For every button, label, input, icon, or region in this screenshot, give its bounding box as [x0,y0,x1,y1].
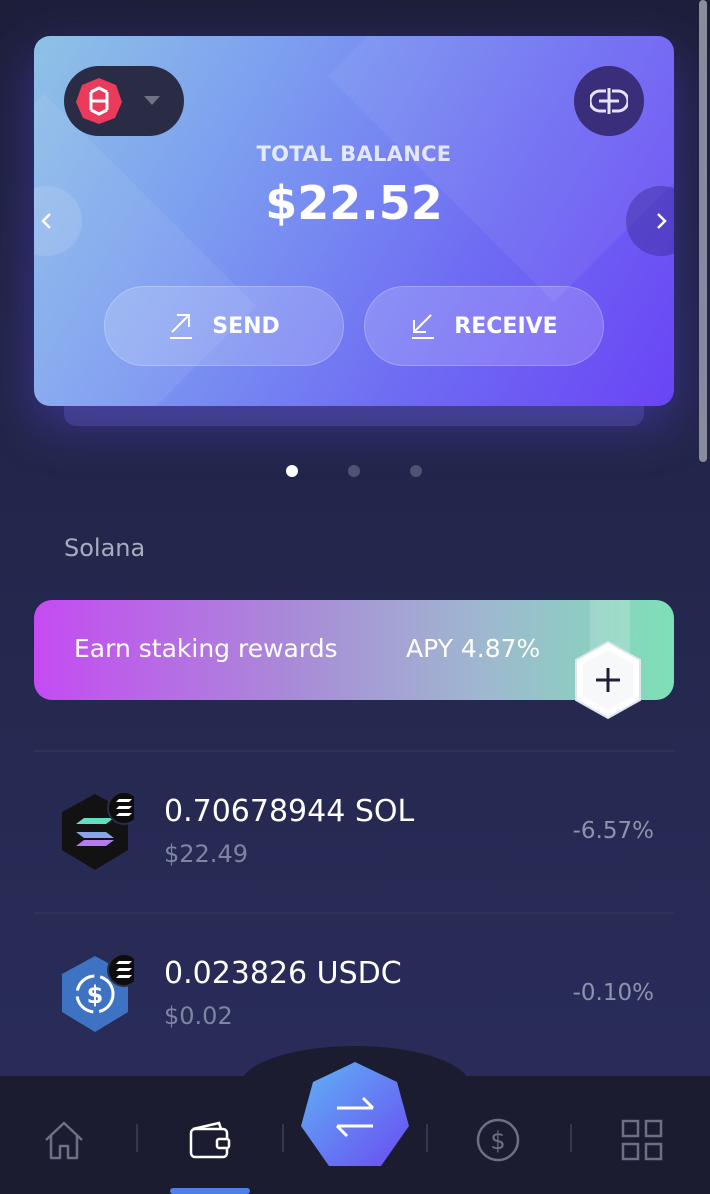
chevron-left-icon [41,213,51,229]
nav-apps[interactable] [612,1110,672,1170]
nav-separator [426,1124,428,1152]
solana-token-icon [62,791,134,870]
apps-grid-icon [621,1119,663,1161]
pager-dot[interactable] [410,465,422,477]
nav-wallet[interactable] [180,1110,240,1170]
connect-button[interactable] [574,66,644,136]
plus-icon[interactable] [572,640,644,720]
total-balance-value: $22.52 [265,176,443,230]
arrow-down-left-icon [412,314,435,339]
chevron-right-icon [657,213,667,229]
pager-dot[interactable] [286,465,298,477]
token-amount: 0.023826 USDC [164,956,402,991]
scroll-thumb[interactable] [699,0,707,462]
staking-text: Earn staking rewards [74,634,338,663]
token-usd-value: $22.49 [164,840,248,868]
active-tab-indicator [170,1188,250,1194]
receive-button[interactable]: RECEIVE [364,286,604,366]
total-balance-label: TOTAL BALANCE [256,142,452,166]
nav-earn[interactable]: $ [468,1110,528,1170]
send-label: SEND [212,313,280,339]
arrow-up-right-icon [170,314,193,339]
scrollbar[interactable] [696,0,710,1076]
svg-text:$: $ [490,1127,505,1155]
balance-card: TOTAL BALANCE $22.52 SEND RECEIVE [34,36,674,406]
wallet-switcher-button[interactable] [64,66,184,136]
nav-separator [570,1124,572,1152]
wallet-icon [189,1121,231,1159]
send-button[interactable]: SEND [104,286,344,366]
staking-banner[interactable]: Earn staking rewards APY 4.87% [34,600,674,720]
swap-button[interactable] [295,1058,415,1178]
receive-label: RECEIVE [454,313,558,339]
link-icon [590,88,628,114]
token-change: -6.57% [572,818,654,844]
nav-separator [136,1124,138,1152]
home-icon [45,1121,83,1160]
token-amount: 0.70678944 SOL [164,794,415,829]
chevron-down-icon [144,96,160,105]
pager-dot[interactable] [348,465,360,477]
token-usd-value: $0.02 [164,1002,233,1030]
nav-separator [282,1124,284,1152]
exodus-logo-icon [76,78,122,124]
token-row-sol[interactable]: 0.70678944 SOL $22.49 -6.57% [34,752,674,912]
card-pager [0,465,710,479]
nav-home[interactable] [34,1110,94,1170]
token-change: -0.10% [572,980,654,1006]
staking-apy: APY 4.87% [406,634,541,663]
section-title: Solana [64,534,146,562]
dollar-icon: $ [476,1118,520,1162]
svg-text:$: $ [87,981,104,1009]
usdc-token-icon: $ [62,953,134,1032]
